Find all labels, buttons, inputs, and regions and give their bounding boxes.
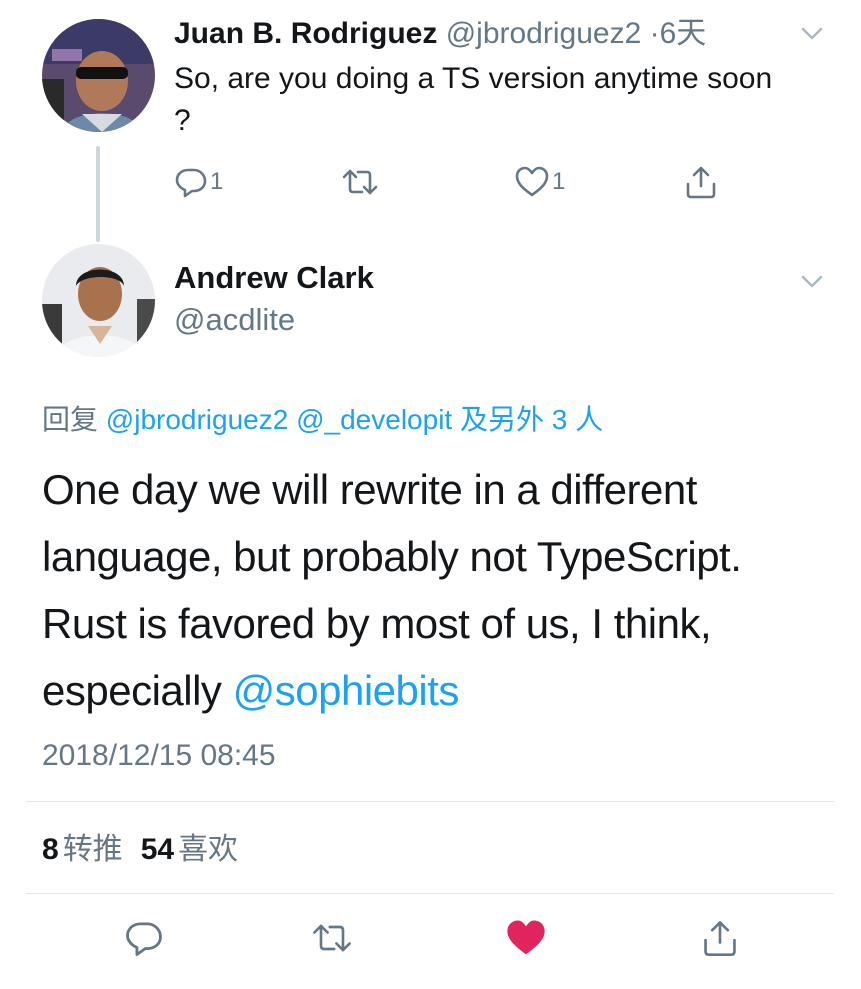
like-label[interactable]: 喜欢 bbox=[178, 833, 238, 866]
retweet-icon bbox=[313, 924, 351, 952]
reply-author-name[interactable]: Juan B. Rodriguez bbox=[174, 17, 437, 50]
reply-action-reply[interactable]: 1 bbox=[174, 164, 223, 200]
share-icon bbox=[704, 921, 736, 956]
reply-action-retweet[interactable] bbox=[340, 164, 380, 200]
replying-others[interactable]: 及另外 3 人 bbox=[460, 404, 603, 435]
main-action-retweet[interactable] bbox=[310, 916, 354, 960]
like-count[interactable]: 54 bbox=[141, 833, 174, 866]
main-tweet-text: One day we will rewrite in a different l… bbox=[42, 456, 832, 724]
share-icon bbox=[686, 166, 716, 199]
replying-mention-1[interactable]: @jbrodriguez2 bbox=[106, 404, 289, 435]
reply-tweet-text: So, are you doing a TS version anytime s… bbox=[174, 62, 773, 137]
tweet-timestamp: 2018/12/15 08:45 bbox=[42, 739, 276, 772]
heart-icon bbox=[507, 920, 545, 955]
retweet-count[interactable]: 8 bbox=[42, 833, 59, 866]
reply-action-like[interactable]: 1 bbox=[514, 164, 565, 200]
thread-connector bbox=[96, 146, 100, 242]
main-action-like[interactable] bbox=[504, 916, 548, 960]
reply-like-count: 1 bbox=[552, 168, 566, 195]
replying-to: 回复 @jbrodriguez2 @_developit 及另外 3 人 bbox=[42, 400, 603, 440]
tweet-stats: 8 转推 54 喜欢 bbox=[42, 830, 256, 870]
retweet-icon bbox=[342, 169, 378, 195]
reply-action-share[interactable] bbox=[684, 164, 718, 200]
reply-icon bbox=[126, 922, 162, 956]
main-author-name[interactable]: Andrew Clark bbox=[174, 258, 374, 298]
heart-icon bbox=[515, 166, 549, 197]
reply-count: 1 bbox=[210, 168, 224, 195]
chevron-down-icon[interactable] bbox=[801, 275, 823, 289]
main-action-share[interactable] bbox=[698, 916, 742, 960]
reply-icon bbox=[175, 168, 207, 198]
chevron-down-icon[interactable] bbox=[801, 27, 823, 41]
reply-age[interactable]: 6天 bbox=[660, 17, 707, 50]
main-action-reply[interactable] bbox=[122, 916, 166, 960]
main-tweet-mention[interactable]: @sophiebits bbox=[233, 667, 460, 714]
reply-author-handle[interactable]: @jbrodriguez2 bbox=[446, 17, 642, 50]
reply-separator: · bbox=[649, 17, 660, 50]
divider-top bbox=[26, 801, 834, 802]
divider-bottom bbox=[26, 893, 834, 894]
replying-mention-2[interactable]: @_developit bbox=[296, 404, 452, 435]
avatar-juan[interactable] bbox=[42, 19, 155, 132]
avatar-andrew[interactable] bbox=[42, 244, 155, 357]
main-author-handle[interactable]: @acdlite bbox=[174, 300, 295, 340]
reply-header: Juan B. Rodriguez @jbrodriguez2 ·6天 bbox=[174, 14, 706, 54]
replying-prefix: 回复 bbox=[42, 404, 99, 435]
retweet-label[interactable]: 转推 bbox=[63, 833, 123, 866]
